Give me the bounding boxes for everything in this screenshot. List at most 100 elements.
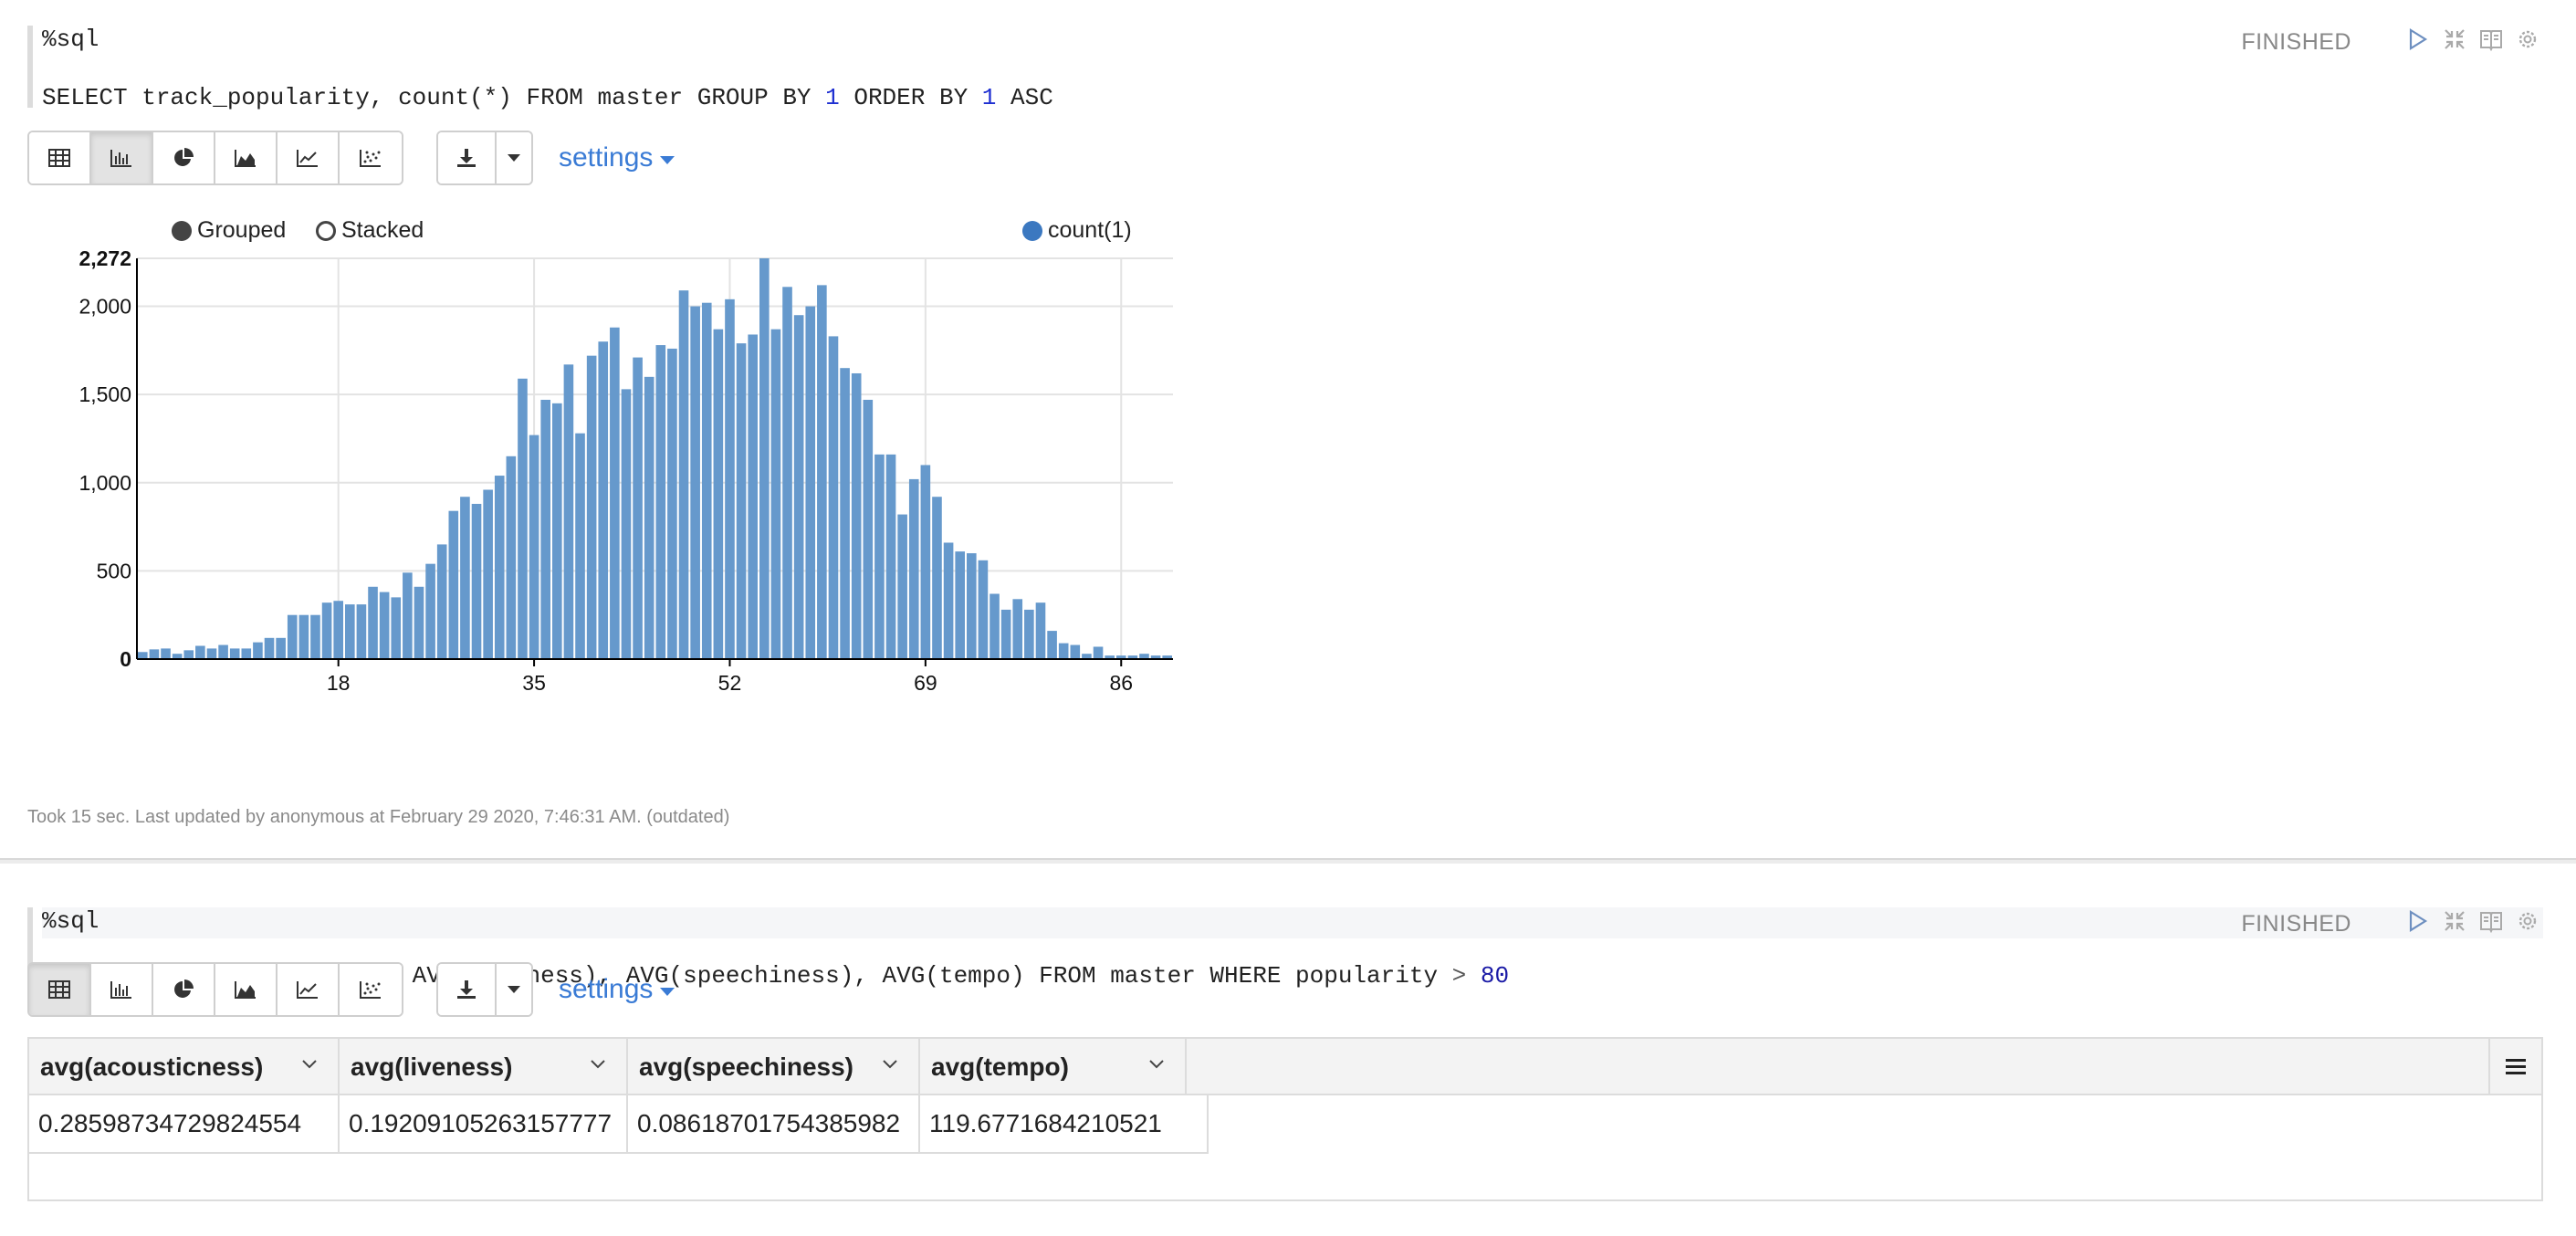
scatter-chart-button[interactable] [340, 964, 402, 1015]
y-tick-label: 2,000 [79, 295, 131, 319]
chart-bar [920, 465, 931, 659]
gear-icon[interactable] [2514, 26, 2541, 53]
code-editor[interactable]: %sql SELECT track_popularity, count(*) F… [27, 26, 2543, 111]
chart-bar [368, 586, 378, 659]
x-tick-label: 86 [1109, 671, 1133, 695]
paragraph-1: %sql SELECT track_popularity, count(*) F… [0, 0, 2576, 858]
settings-label: settings [559, 974, 654, 1004]
caret-down-icon [508, 986, 520, 993]
line-chart-button[interactable] [277, 132, 340, 183]
chart-bar [598, 341, 609, 659]
column-header[interactable]: avg(liveness) [340, 1039, 628, 1095]
paragraph-controls [2404, 907, 2541, 935]
chevron-down-icon [302, 1060, 317, 1069]
chart-bar [863, 399, 874, 659]
pie-chart-icon [174, 979, 194, 998]
chart-bar [264, 637, 275, 659]
chart-bar [425, 563, 435, 659]
chart-bar [287, 614, 298, 659]
chart-bar [644, 376, 654, 659]
pie-chart-icon [174, 148, 194, 166]
download-button[interactable] [438, 132, 495, 183]
column-header-label: avg(speechiness) [639, 1053, 853, 1081]
chart-type-buttons [27, 962, 403, 1017]
area-chart-button[interactable] [215, 132, 277, 183]
chart-svg: 0 500 1,000 1,500 2,000 2,272 18 35 52 69 86 [79, 246, 1173, 695]
pie-chart-button[interactable] [153, 132, 215, 183]
result-table: avg(acousticness) avg(liveness) avg(spee… [27, 1037, 2543, 1201]
chart-bar [782, 287, 792, 659]
chart-bar [897, 514, 907, 659]
chart-bar [149, 649, 160, 659]
download-button[interactable] [438, 964, 495, 1015]
chart-bar [229, 648, 240, 659]
table-view-button[interactable] [29, 964, 91, 1015]
line-chart-button[interactable] [277, 964, 340, 1015]
chart-bar [793, 315, 804, 659]
table-icon [48, 149, 70, 167]
chart-type-buttons [27, 131, 403, 185]
column-header-label: avg(liveness) [351, 1053, 513, 1081]
chart-bar [840, 368, 850, 659]
table-icon [48, 980, 70, 999]
chart-bar [932, 497, 942, 659]
settings-dropdown[interactable]: settings [559, 974, 675, 1005]
column-header-label: avg(acousticness) [40, 1053, 264, 1081]
chart-bar [759, 258, 770, 659]
chart-bar [529, 435, 539, 659]
pie-chart-button[interactable] [153, 964, 215, 1015]
chart-bar [460, 497, 470, 659]
table-header: avg(acousticness) avg(liveness) avg(spee… [29, 1039, 2541, 1095]
table-cell[interactable]: 0.19209105263157777 [340, 1095, 628, 1154]
book-icon[interactable] [2477, 26, 2505, 53]
chart-bar [253, 642, 263, 659]
run-icon[interactable] [2404, 26, 2432, 53]
chart-bar [161, 648, 171, 659]
book-icon[interactable] [2477, 907, 2505, 935]
status-label: FINISHED [2241, 911, 2351, 937]
chart-bar [310, 614, 320, 659]
column-header[interactable]: avg(tempo) [920, 1039, 1187, 1095]
chart-bar [770, 329, 781, 659]
collapse-icon[interactable] [2441, 26, 2468, 53]
download-options-button[interactable] [495, 964, 531, 1015]
paragraph-footer: Took 15 sec. Last updated by anonymous a… [27, 807, 730, 827]
visualization-toolbar: settings [27, 131, 675, 185]
chart-bar [1012, 599, 1023, 659]
chart-bar [276, 637, 286, 659]
chart-bar [1000, 609, 1011, 659]
scatter-chart-button[interactable] [340, 132, 402, 183]
y-tick-label: 1,000 [79, 471, 131, 495]
collapse-icon[interactable] [2441, 907, 2468, 935]
chevron-down-icon [883, 1060, 897, 1069]
column-header-label: avg(tempo) [931, 1053, 1069, 1081]
chart-bar [817, 285, 827, 659]
bar-chart-button[interactable] [91, 964, 153, 1015]
settings-label: settings [559, 142, 654, 173]
table-cell[interactable]: 0.28598734729824554 [29, 1095, 340, 1154]
column-header[interactable]: avg(speechiness) [628, 1039, 920, 1095]
table-view-button[interactable] [29, 132, 91, 183]
column-header[interactable]: avg(acousticness) [29, 1039, 340, 1095]
gear-icon[interactable] [2514, 907, 2541, 935]
chart-bar [955, 551, 965, 659]
chart-bar [1024, 609, 1034, 659]
grid-menu-button[interactable] [2488, 1039, 2541, 1094]
area-chart-button[interactable] [215, 964, 277, 1015]
table-cell[interactable]: 119.6771684210521 [920, 1095, 1209, 1154]
scatter-chart-icon [360, 150, 381, 167]
line-chart-icon [297, 150, 318, 167]
caret-down-icon [660, 987, 675, 996]
run-icon[interactable] [2404, 907, 2432, 935]
area-chart-icon [235, 150, 256, 167]
chart-bar [885, 454, 896, 659]
chart-bar [448, 510, 459, 659]
chevron-down-icon [1149, 1060, 1164, 1069]
y-tick-label: 0 [120, 647, 131, 671]
chart-bar [690, 306, 700, 659]
download-options-button[interactable] [495, 132, 531, 183]
interpreter-label: %sql [42, 907, 2543, 938]
settings-dropdown[interactable]: settings [559, 142, 675, 173]
table-cell[interactable]: 0.08618701754385982 [628, 1095, 920, 1154]
bar-chart-button[interactable] [91, 132, 153, 183]
